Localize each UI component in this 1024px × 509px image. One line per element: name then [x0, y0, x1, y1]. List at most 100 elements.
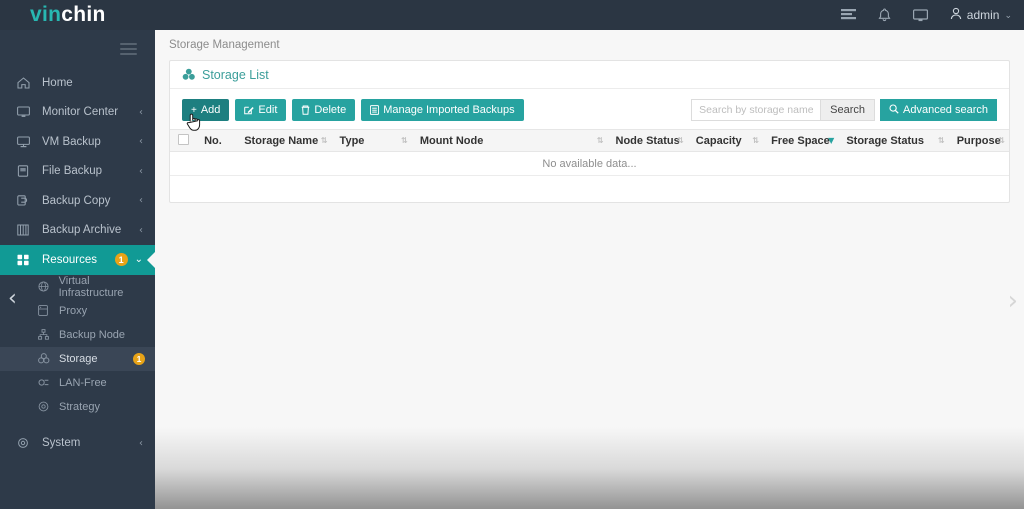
list-icon [370, 105, 379, 115]
next-page-arrow[interactable]: › [1008, 288, 1018, 314]
top-bar-actions: admin ⌄ [838, 0, 1024, 30]
status-badge: 1 [133, 353, 145, 365]
lanfree-icon [38, 377, 53, 388]
sidebar-item-backup-archive[interactable]: Backup Archive ‹ [0, 216, 155, 246]
column-header-type[interactable]: Type ⇅ [332, 130, 412, 152]
column-label: Type [340, 135, 365, 147]
search-button[interactable]: Search [821, 99, 875, 121]
sidebar-item-label: Monitor Center [42, 106, 118, 118]
sidebar-item-backup-copy[interactable]: Backup Copy ‹ [0, 186, 155, 216]
sidebar-subitem-label: Backup Node [59, 329, 125, 341]
sort-icon[interactable]: ⇅ [938, 137, 945, 145]
bell-icon[interactable] [874, 4, 896, 26]
sidebar-item-system[interactable]: System ‹ [0, 429, 155, 459]
search-icon [889, 104, 899, 117]
sidebar-subitem-label: Proxy [59, 305, 87, 317]
chevron-left-icon: ‹ [139, 166, 143, 177]
sidebar-item-resources[interactable]: Resources 1 ⌄ [0, 245, 155, 275]
sidebar-item-label: VM Backup [42, 136, 101, 148]
brand-logo-part2: chin [61, 3, 105, 27]
table-empty-row: No available data... [170, 152, 1009, 176]
delete-button[interactable]: Delete [292, 99, 355, 121]
column-header-free-space[interactable]: Free Space▼ [763, 130, 838, 152]
monitor-icon[interactable] [910, 4, 932, 26]
manage-button-label: Manage Imported Backups [383, 104, 514, 116]
edit-button[interactable]: Edit [235, 99, 286, 121]
sidebar-collapse-button[interactable]: ‹ [8, 288, 17, 310]
column-header-purpose[interactable]: Purpose⇅ [949, 130, 1009, 152]
sidebar-item-storage[interactable]: Storage 1 [0, 347, 155, 371]
sidebar-item-label: Home [42, 77, 73, 89]
column-label: Node Status [616, 135, 680, 147]
sort-icon[interactable]: ⇅ [752, 137, 759, 145]
pencil-square-icon [244, 105, 254, 115]
app-root: vinchin admin ⌄ [0, 0, 1024, 509]
storage-icon [182, 68, 196, 81]
home-icon [17, 77, 35, 89]
sidebar-item-backup-node[interactable]: Backup Node [0, 323, 155, 347]
chevron-left-icon: ‹ [139, 438, 143, 449]
user-name: admin [967, 8, 1000, 22]
advanced-search-button[interactable]: Advanced search [880, 99, 997, 121]
page-title: Storage List [202, 68, 269, 82]
sidebar-item-lan-free[interactable]: LAN-Free [0, 371, 155, 395]
brand-logo[interactable]: vinchin [0, 0, 155, 30]
column-label: Storage Status [846, 135, 924, 147]
sidebar-item-vm-backup[interactable]: VM Backup ‹ [0, 127, 155, 157]
search-area: Search Advanced search [691, 99, 997, 121]
column-header-capacity[interactable]: Capacity ⇅ [688, 130, 763, 152]
user-menu[interactable]: admin ⌄ [946, 7, 1012, 23]
column-label: No. [204, 135, 222, 147]
select-all-checkbox[interactable] [178, 134, 189, 145]
sidebar-item-proxy[interactable]: Proxy [0, 299, 155, 323]
breadcrumb: Storage Management [155, 30, 1024, 60]
column-header-storage-status[interactable]: Storage Status ⇅ [838, 130, 948, 152]
column-label: Capacity [696, 135, 742, 147]
sort-icon[interactable]: ⇅ [998, 137, 1005, 145]
column-header-no: No. [196, 130, 236, 152]
sort-icon[interactable]: ⇅ [321, 137, 328, 145]
search-input[interactable] [691, 99, 821, 121]
sidebar-item-label: File Backup [42, 165, 102, 177]
monitor-icon [17, 106, 35, 118]
sidebar-item-strategy[interactable]: Strategy [0, 395, 155, 419]
sort-icon[interactable]: ⇅ [597, 137, 604, 145]
sort-icon[interactable]: ⇅ [401, 137, 408, 145]
column-label: Purpose [957, 135, 1001, 147]
node-icon [38, 329, 53, 340]
desktop-icon [17, 136, 35, 148]
sidebar-toggle[interactable] [0, 30, 155, 68]
globe-icon [38, 281, 53, 292]
edit-button-label: Edit [258, 104, 277, 116]
sidebar-subitem-label: Storage [59, 353, 98, 365]
sidebar-item-file-backup[interactable]: File Backup ‹ [0, 157, 155, 187]
sidebar-item-virtual-infrastructure[interactable]: Virtual Infrastructure [0, 275, 155, 299]
manage-imported-backups-button[interactable]: Manage Imported Backups [361, 99, 523, 121]
list-icon[interactable] [838, 4, 860, 26]
delete-button-label: Delete [314, 104, 346, 116]
column-header-storage-name[interactable]: Storage Name⇅ [236, 130, 331, 152]
table-body: No available data... [170, 152, 1009, 176]
user-icon [950, 7, 962, 23]
panel-header: Storage List [170, 61, 1009, 89]
column-header-mount-node[interactable]: Mount Node ⇅ [412, 130, 608, 152]
sort-icon-active[interactable]: ▼ [828, 137, 834, 145]
sidebar-item-monitor-center[interactable]: Monitor Center ‹ [0, 98, 155, 128]
select-all-header[interactable] [170, 130, 196, 152]
add-button[interactable]: + Add [182, 99, 229, 121]
chevron-left-icon: ‹ [139, 195, 143, 206]
column-label: Mount Node [420, 135, 484, 147]
storage-list-panel: Storage List + Add Edit Delete [169, 60, 1010, 203]
hamburger-icon [120, 40, 137, 58]
column-header-node-status[interactable]: Node Status⇅ [608, 130, 688, 152]
file-icon [17, 165, 35, 177]
resources-icon [17, 254, 35, 266]
top-bar: vinchin admin ⌄ [0, 0, 1024, 30]
sidebar-item-home[interactable]: Home [0, 68, 155, 98]
archive-icon [17, 224, 35, 236]
sidebar: Home Monitor Center ‹ VM Backup ‹ File B… [0, 30, 155, 509]
sort-icon[interactable]: ⇅ [677, 137, 684, 145]
sidebar-item-label: Backup Copy [42, 195, 110, 207]
main-content: Storage Management Storage List + Add Ed… [155, 30, 1024, 509]
column-label: Storage Name [244, 135, 318, 147]
